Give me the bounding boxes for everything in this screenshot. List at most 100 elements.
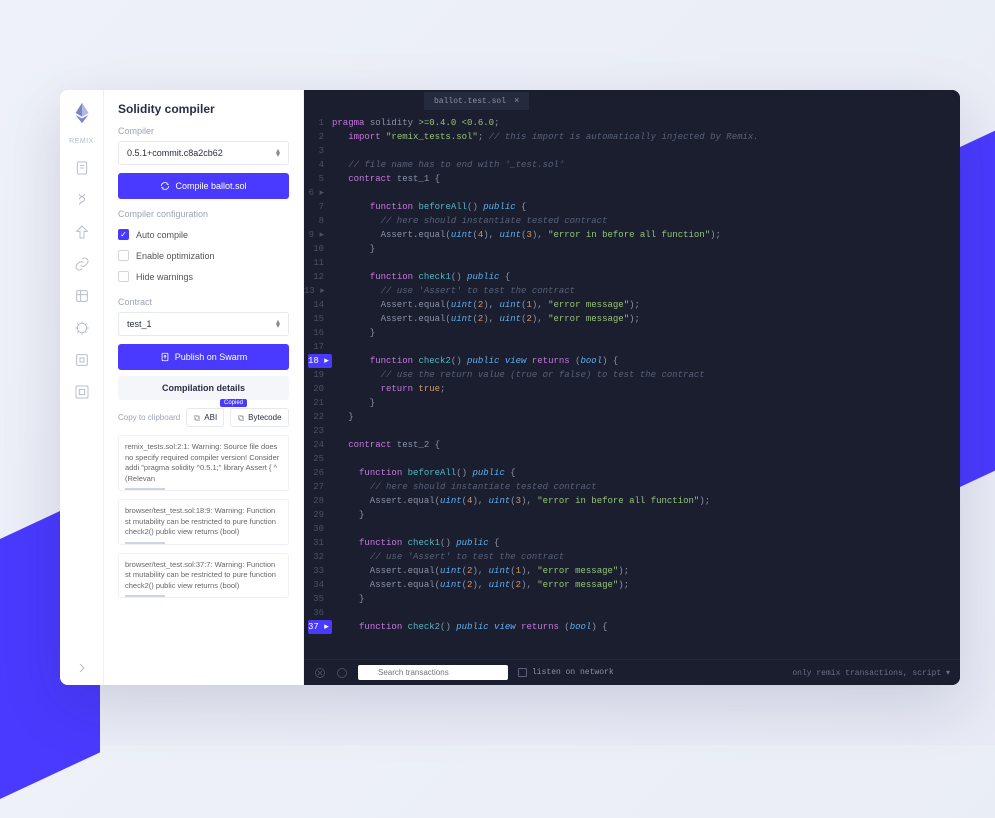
link-icon[interactable]: [73, 255, 91, 273]
code-line[interactable]: 23: [304, 424, 960, 438]
code-line[interactable]: 5 contract test_1 {: [304, 172, 960, 186]
code-line[interactable]: 37 ▸ function check2() public view retur…: [304, 620, 960, 634]
publish-button-label: Publish on Swarm: [175, 352, 248, 362]
line-number: 4: [304, 158, 332, 172]
code-line[interactable]: 27 // here should instantiate tested con…: [304, 480, 960, 494]
code-line[interactable]: 21 }: [304, 396, 960, 410]
file-icon[interactable]: [73, 159, 91, 177]
analysis-icon[interactable]: [73, 287, 91, 305]
code-line[interactable]: 34 Assert.equal(uint(2), uint(2), "error…: [304, 578, 960, 592]
code-text: function beforeAll() public {: [332, 200, 960, 214]
code-line[interactable]: 4 // file name has to end with '_test.so…: [304, 158, 960, 172]
code-line[interactable]: 20 return true;: [304, 382, 960, 396]
listen-network-toggle[interactable]: listen on network: [518, 668, 614, 677]
enable-opt-row[interactable]: Enable optimization: [118, 245, 289, 266]
code-line[interactable]: 6 ▸: [304, 186, 960, 200]
copied-badge: Copied: [220, 399, 247, 407]
line-number: 36: [304, 606, 332, 620]
code-line[interactable]: 13 ▸ // use 'Assert' to test the contrac…: [304, 284, 960, 298]
code-line[interactable]: 30: [304, 522, 960, 536]
code-line[interactable]: 1pragma solidity >=0.4.0 <0.6.0;: [304, 116, 960, 130]
line-number: 5: [304, 172, 332, 186]
hide-warn-checkbox[interactable]: [118, 271, 129, 282]
code-line[interactable]: 2 import "remix_tests.sol"; // this impo…: [304, 130, 960, 144]
plugin-icon[interactable]: [73, 351, 91, 369]
line-number: 14: [304, 298, 332, 312]
warning-item[interactable]: browser/test_test.sol:18:9: Warning: Fun…: [118, 499, 289, 545]
contract-value: test_1: [127, 319, 152, 329]
code-text: function beforeAll() public {: [332, 466, 960, 480]
code-line[interactable]: 33 Assert.equal(uint(2), uint(1), "error…: [304, 564, 960, 578]
code-text: Assert.equal(uint(2), uint(2), "error me…: [332, 578, 960, 592]
publish-swarm-button[interactable]: Publish on Swarm: [118, 344, 289, 370]
enable-opt-checkbox[interactable]: [118, 250, 129, 261]
code-line[interactable]: 11: [304, 256, 960, 270]
hide-warn-label: Hide warnings: [136, 272, 193, 282]
code-line[interactable]: 26 function beforeAll() public {: [304, 466, 960, 480]
auto-compile-row[interactable]: Auto compile: [118, 224, 289, 245]
settings-icon[interactable]: [73, 383, 91, 401]
tab-bar: ballot.test.sol ×: [304, 90, 960, 112]
line-number: 17: [304, 340, 332, 354]
select-chevron-icon: ▴▾: [276, 320, 280, 328]
code-line[interactable]: 7 function beforeAll() public {: [304, 200, 960, 214]
expand-icon[interactable]: [73, 659, 91, 677]
code-line[interactable]: 25: [304, 452, 960, 466]
select-chevron-icon: ▴▾: [276, 149, 280, 157]
code-line[interactable]: 29 }: [304, 508, 960, 522]
code-line[interactable]: 18 ▸ function check2() public view retur…: [304, 354, 960, 368]
code-text: Assert.equal(uint(2), uint(1), "error me…: [332, 564, 960, 578]
console-clear-icon[interactable]: [314, 667, 326, 679]
compiler-select[interactable]: 0.5.1+commit.c8a2cb62 ▴▾: [118, 141, 289, 165]
line-number: 25: [304, 452, 332, 466]
code-line[interactable]: 10 }: [304, 242, 960, 256]
code-line[interactable]: 35 }: [304, 592, 960, 606]
code-line[interactable]: 16 }: [304, 326, 960, 340]
search-input[interactable]: [358, 665, 508, 680]
line-number: 31: [304, 536, 332, 550]
compiler-label: Compiler: [118, 126, 289, 136]
code-line[interactable]: 22 }: [304, 410, 960, 424]
code-line[interactable]: 14 Assert.equal(uint(2), uint(1), "error…: [304, 298, 960, 312]
code-text: // here should instantiate tested contra…: [332, 480, 960, 494]
file-tab[interactable]: ballot.test.sol ×: [424, 92, 529, 110]
app-window: REMIX Solidity compiler Compiler 0.5.1+c…: [60, 90, 960, 685]
line-number: 28: [304, 494, 332, 508]
debug-icon[interactable]: [73, 319, 91, 337]
contract-select[interactable]: test_1 ▴▾: [118, 312, 289, 336]
line-number: 30: [304, 522, 332, 536]
code-line[interactable]: 17: [304, 340, 960, 354]
line-number: 10: [304, 242, 332, 256]
hide-warn-row[interactable]: Hide warnings: [118, 266, 289, 287]
code-line[interactable]: 31 function check1() public {: [304, 536, 960, 550]
compilation-details-button[interactable]: Compilation details: [118, 376, 289, 400]
console-pending-icon[interactable]: [336, 667, 348, 679]
code-line[interactable]: 12 function check1() public {: [304, 270, 960, 284]
remix-logo[interactable]: [71, 102, 93, 124]
warning-item[interactable]: browser/test_test.sol:37:7: Warning: Fun…: [118, 553, 289, 599]
code-line[interactable]: 3: [304, 144, 960, 158]
compile-button[interactable]: Compile ballot.sol: [118, 173, 289, 199]
code-area[interactable]: 1pragma solidity >=0.4.0 <0.6.0;2 import…: [304, 112, 960, 659]
code-line[interactable]: 8 // here should instantiate tested cont…: [304, 214, 960, 228]
deploy-icon[interactable]: [73, 223, 91, 241]
code-line[interactable]: 32 // use 'Assert' to test the contract: [304, 550, 960, 564]
code-line[interactable]: 19 // use the return value (true or fals…: [304, 368, 960, 382]
copy-bytecode-button[interactable]: Bytecode: [230, 408, 288, 427]
copy-abi-button[interactable]: ABI: [186, 408, 224, 427]
code-line[interactable]: 9 ▸ Assert.equal(uint(4), uint(3), "erro…: [304, 228, 960, 242]
compiler-icon[interactable]: [73, 191, 91, 209]
console-filter[interactable]: only remix transactions, script ▾: [792, 668, 950, 678]
auto-compile-checkbox[interactable]: [118, 229, 129, 240]
code-line[interactable]: 24 contract test_2 {: [304, 438, 960, 452]
line-number: 27: [304, 480, 332, 494]
warning-item[interactable]: remix_tests.sol:2:1: Warning: Source fil…: [118, 435, 289, 491]
code-line[interactable]: 28 Assert.equal(uint(4), uint(3), "error…: [304, 494, 960, 508]
code-line[interactable]: 36: [304, 606, 960, 620]
line-number: 20: [304, 382, 332, 396]
close-icon[interactable]: ×: [514, 96, 519, 106]
code-line[interactable]: 15 Assert.equal(uint(2), uint(2), "error…: [304, 312, 960, 326]
line-number: 6 ▸: [304, 186, 332, 200]
listen-checkbox[interactable]: [518, 668, 527, 677]
code-text: // use 'Assert' to test the contract: [332, 550, 960, 564]
